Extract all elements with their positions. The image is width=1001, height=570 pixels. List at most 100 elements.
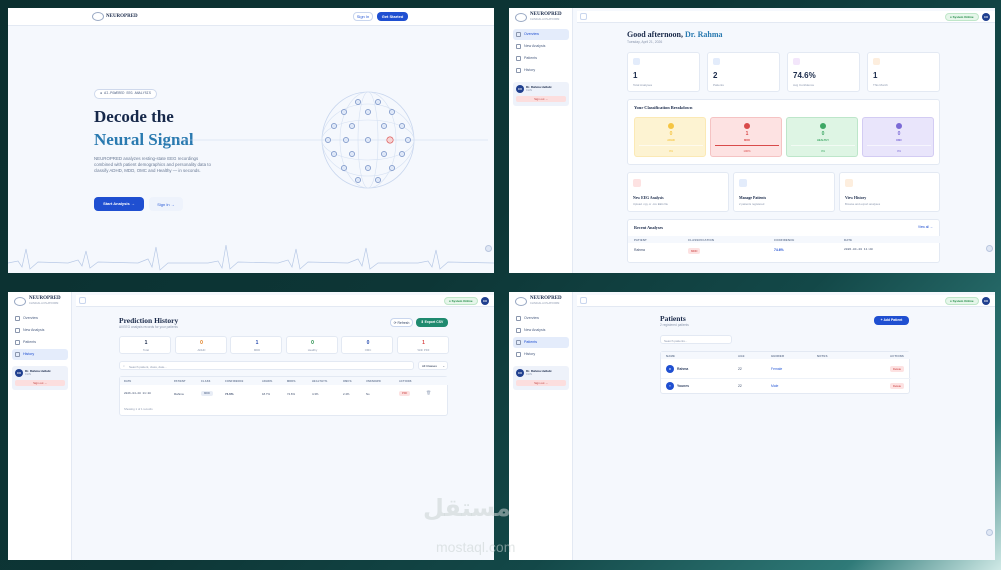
greeting: Good afternoon, Dr. Rahma [627, 30, 723, 39]
menu-toggle-icon[interactable] [580, 13, 587, 20]
stat-label: Avg Confidence [793, 83, 815, 87]
top-avatar[interactable]: DR [982, 12, 990, 21]
current-date: Tuesday, April 21, 2026 [627, 40, 663, 44]
settings-icon[interactable] [485, 245, 492, 252]
row-confidence: 74.6% [225, 392, 234, 396]
system-status-badge: ● System Online [945, 13, 979, 21]
refresh-button[interactable]: ⟳ Refresh [390, 318, 413, 327]
top-bar: ● System Online DR [577, 11, 995, 23]
brain-logo-icon [515, 13, 527, 22]
tagline-pill: ● AI-POWERED EEG ANALYSIS [94, 89, 157, 99]
watermark-latin: mostaql.com [436, 539, 516, 555]
col-actions: ACTIONS [399, 379, 412, 383]
avatar: DR [15, 369, 23, 377]
sidebar-item-patients[interactable]: Patients [513, 53, 569, 64]
class-dot-icon [896, 123, 902, 129]
class-count: 0 [669, 131, 673, 137]
menu-toggle-icon[interactable] [580, 297, 587, 304]
col-unknown: UNKNOWN [366, 379, 381, 383]
view-all-link[interactable]: View all → [918, 225, 933, 229]
row-date: 2026-04-20 11:20 [124, 392, 151, 395]
class-percent: 0% [896, 149, 902, 153]
sidebar-item-history[interactable]: History [513, 65, 569, 76]
sign-out-button[interactable]: Sign out → [516, 96, 566, 102]
plus-icon [15, 328, 20, 333]
search-input[interactable]: ⌕ Search patient, class, date... [119, 361, 414, 370]
sidebar-item-history[interactable]: History [513, 349, 569, 360]
action-desc: Upload .npy or .csv EEG file [633, 202, 668, 206]
row-adhd: 18.7% [262, 392, 270, 396]
add-patient-button[interactable]: + Add Patient [874, 316, 909, 325]
start-analysis-button[interactable]: Start Analysis → [94, 197, 144, 211]
patient-name: Rahma [677, 367, 689, 371]
table-row: Y Younes 22 Male Delete [661, 378, 911, 393]
class-label: HEALTHY [816, 139, 830, 142]
delete-icon[interactable]: 🗑 [426, 390, 431, 395]
col-classification: CLASSIFICATION [688, 238, 715, 242]
landing-page: NEUROPRED Sign In Get Started ● AI-POWER… [8, 8, 494, 273]
sidebar-item-overview[interactable]: Overview [513, 29, 569, 40]
user-role: CLIN [526, 373, 532, 376]
class-percent: 100% [743, 149, 751, 153]
col-notes: NOTES [817, 354, 828, 358]
action-card-view-history[interactable]: View History Browse and export analyses [839, 172, 940, 212]
brand-name: NEUROPRED [530, 12, 562, 17]
settings-icon[interactable] [986, 529, 993, 536]
sidebar-item-new-analysis[interactable]: New Analysis [513, 325, 569, 336]
col-actions: ACTIONS [890, 354, 904, 358]
brain-electrode-illustration [178, 91, 488, 189]
search-input[interactable]: Search patients... [660, 335, 732, 344]
history-stat-omc: 0 OMC [341, 336, 393, 354]
sidebar-item-overview[interactable]: Overview [513, 313, 569, 324]
avatar: DR [516, 369, 524, 377]
stat-value: 0 [200, 340, 203, 346]
row-patient: Rahma [634, 248, 645, 252]
sign-out-button[interactable]: Sign out → [15, 380, 65, 386]
class-progress-bar [639, 145, 703, 147]
patients-page: NEUROPRED CLINICAL AI PLATFORM Overview … [509, 292, 995, 560]
sidebar-item-overview[interactable]: Overview [12, 313, 68, 324]
sidebar-item-history[interactable]: History [12, 349, 68, 360]
class-progress-bar [715, 145, 779, 147]
top-bar: ● System Online DR [577, 295, 995, 307]
top-avatar[interactable]: DR [982, 296, 990, 305]
sign-out-button[interactable]: Sign out → [516, 380, 566, 386]
plus-icon [516, 44, 521, 49]
brand-name: NEUROPRED [29, 296, 61, 301]
stat-label: Healthy [307, 348, 318, 352]
document-icon [845, 179, 853, 187]
sidebar-item-patients[interactable]: Patients [513, 337, 569, 348]
top-avatar[interactable]: DR [481, 296, 489, 305]
patient-age: 22 [738, 367, 742, 371]
page-title: Prediction History [119, 316, 179, 325]
sidebar-item-new-analysis[interactable]: New Analysis [12, 325, 68, 336]
history-stat-total: 1 Total [119, 336, 171, 354]
col-mdd: MDD% [287, 379, 296, 383]
sidebar-item-new-analysis[interactable]: New Analysis [513, 41, 569, 52]
stat-value: 74.6% [793, 71, 816, 80]
class-filter-select[interactable]: All Classes ⌄ [418, 361, 448, 370]
class-progress-bar [867, 145, 931, 147]
sign-in-link[interactable]: Sign In → [149, 197, 183, 211]
col-class: CLASS [201, 379, 211, 383]
delete-button[interactable]: Delete [890, 383, 905, 389]
clock-icon [516, 352, 521, 357]
chart-icon [633, 58, 640, 65]
breakdown-card-omc: 0 OMC 0% [862, 117, 934, 157]
sidebar: NEUROPRED CLINICAL AI PLATFORM Overview … [509, 8, 573, 273]
sidebar-item-patients[interactable]: Patients [12, 337, 68, 348]
action-card-new-analysis[interactable]: New EEG Analysis Upload .npy or .csv EEG… [627, 172, 729, 212]
clock-icon [15, 352, 20, 357]
stat-value: 1 [144, 340, 148, 346]
stat-card-total-analyses: 1 Total Analyses [627, 52, 700, 92]
sign-in-button[interactable]: Sign In [353, 12, 373, 21]
get-started-button[interactable]: Get Started [377, 12, 408, 21]
settings-icon[interactable] [986, 245, 993, 252]
action-card-manage-patients[interactable]: Manage Patients 2 patients registered [733, 172, 835, 212]
delete-button[interactable]: Delete [890, 366, 905, 372]
stat-value: 2 [713, 71, 718, 80]
pdf-button[interactable]: PDF [399, 390, 411, 396]
menu-toggle-icon[interactable] [79, 297, 86, 304]
export-csv-button[interactable]: ⬇ Export CSV [416, 318, 448, 327]
table-header [661, 352, 911, 359]
